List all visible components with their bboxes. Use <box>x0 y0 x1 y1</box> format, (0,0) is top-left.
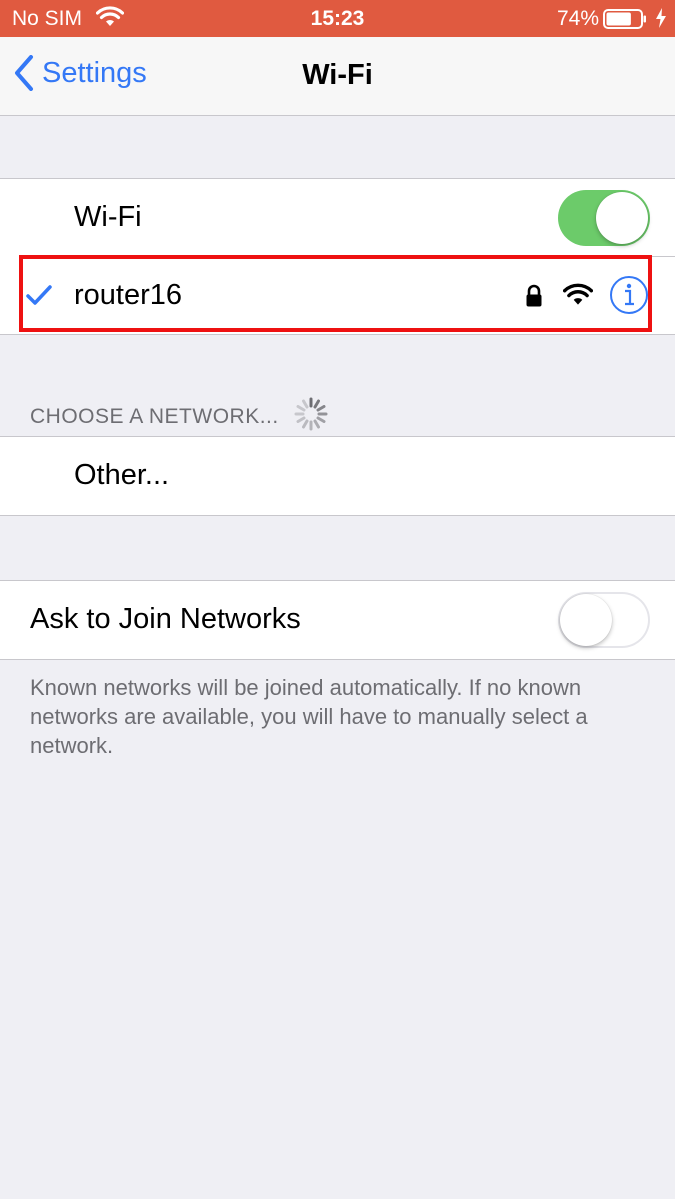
checkmark-icon <box>26 285 52 310</box>
battery-percent: 74% <box>556 7 599 30</box>
ask-to-join-group: Ask to Join Networks <box>0 580 675 660</box>
navigation-bar: Settings Wi-Fi <box>0 37 675 116</box>
wifi-group: Wi-Fi router16 <box>0 178 675 335</box>
loading-spinner-icon <box>293 396 329 438</box>
status-bar: No SIM 15:23 74% <box>0 0 675 37</box>
ask-to-join-toggle[interactable] <box>558 592 650 648</box>
wifi-signal-icon <box>562 283 594 312</box>
other-network-row[interactable]: Other... <box>0 437 675 515</box>
choose-network-header: CHOOSE A NETWORK... <box>30 396 329 438</box>
ask-to-join-row: Ask to Join Networks <box>0 581 675 659</box>
ask-to-join-footer: Known networks will be joined automatica… <box>30 675 588 758</box>
lock-icon <box>525 284 543 313</box>
toggle-knob <box>560 594 612 646</box>
toggle-knob <box>596 192 648 244</box>
page-title: Wi-Fi <box>302 59 373 91</box>
battery-icon <box>603 9 647 35</box>
network-name: router16 <box>74 279 183 311</box>
wifi-label: Wi-Fi <box>74 201 142 233</box>
ask-to-join-label: Ask to Join Networks <box>30 603 301 635</box>
network-row-router16[interactable]: router16 <box>0 257 675 335</box>
wifi-toggle[interactable] <box>558 190 650 246</box>
other-network-group: Other... <box>0 436 675 516</box>
other-network-label: Other... <box>74 459 170 491</box>
choose-network-label: CHOOSE A NETWORK... <box>30 405 279 428</box>
charging-bolt-icon <box>655 8 667 34</box>
info-icon[interactable] <box>609 275 649 320</box>
wifi-toggle-row: Wi-Fi <box>0 179 675 257</box>
